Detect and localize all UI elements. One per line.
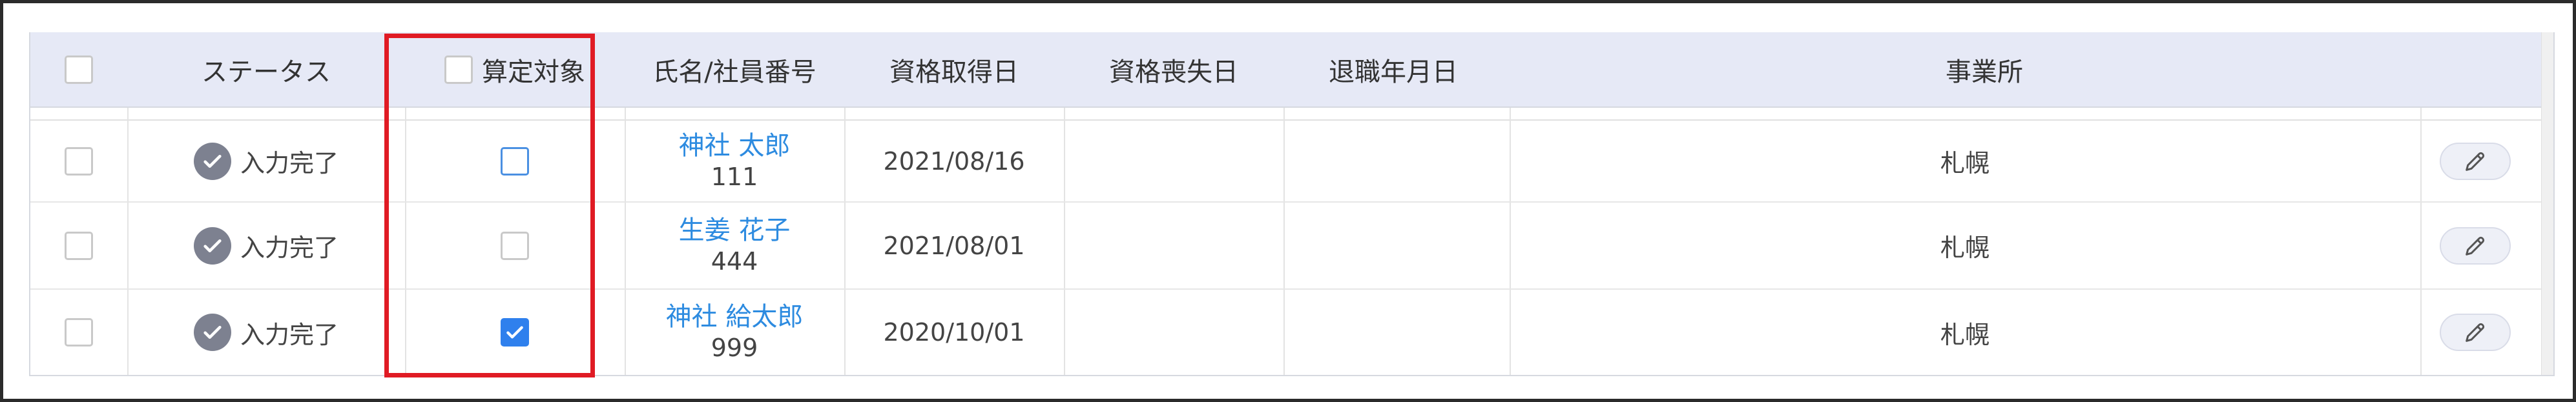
acquired-date-cell: 2021/08/01 [883, 231, 1025, 260]
header-separator [30, 108, 2553, 121]
employee-table: ステータス 算定対象 氏名/社員番号 資格取得日 資格喪失日 退職年月日 事業所… [29, 32, 2555, 376]
vertical-scrollbar[interactable] [2541, 32, 2553, 375]
acquired-date-cell: 2020/10/01 [883, 318, 1025, 347]
edit-cell [2420, 203, 2530, 288]
header-office[interactable]: 事業所 [1510, 32, 2459, 106]
header-calc-target-label: 算定対象 [482, 57, 585, 87]
row-select-cell [30, 121, 127, 201]
calc-target-cell [405, 290, 625, 375]
lost-date-cell [1064, 121, 1283, 201]
employee-name-link[interactable]: 生姜 花子 [679, 214, 791, 246]
edit-cell [2420, 121, 2530, 201]
calc-target-all-checkbox[interactable] [444, 55, 473, 84]
row-select-cell [30, 203, 127, 288]
header-acquired-date[interactable]: 資格取得日 [844, 32, 1064, 106]
employee-number: 999 [711, 334, 758, 363]
edit-cell [2420, 290, 2530, 375]
office-cell: 札幌 [1940, 149, 1989, 177]
lost-date-cell [1064, 290, 1283, 375]
calc-target-checkbox[interactable] [501, 318, 529, 347]
header-retire-date[interactable]: 退職年月日 [1283, 32, 1503, 106]
status-badge: 入力完了 [193, 226, 338, 265]
header-lost-date[interactable]: 資格喪失日 [1064, 32, 1283, 106]
check-circle-icon [193, 142, 231, 180]
status-cell: 入力完了 [127, 203, 405, 288]
status-text: 入力完了 [240, 149, 338, 177]
edit-button[interactable] [2440, 142, 2511, 180]
name-id-cell: 生姜 花子 444 [625, 203, 844, 288]
acquired-date-cell: 2021/08/16 [883, 146, 1025, 176]
status-cell: 入力完了 [127, 290, 405, 375]
edit-button[interactable] [2440, 314, 2511, 351]
retire-date-cell [1283, 121, 1510, 201]
calc-target-checkbox[interactable] [501, 231, 529, 260]
row-select-cell [30, 290, 127, 375]
status-badge: 入力完了 [193, 142, 338, 180]
edit-button[interactable] [2440, 226, 2511, 265]
employee-number: 111 [711, 162, 758, 191]
row-select-checkbox[interactable] [65, 231, 93, 260]
employee-name-link[interactable]: 神社 給太郎 [666, 301, 804, 333]
retire-date-cell [1283, 203, 1510, 288]
header-name-id[interactable]: 氏名/社員番号 [625, 32, 844, 106]
employee-name-link[interactable]: 神社 太郎 [679, 130, 791, 162]
calc-target-cell [405, 121, 625, 201]
name-id-cell: 神社 太郎 111 [625, 121, 844, 201]
status-badge: 入力完了 [193, 314, 338, 351]
check-circle-icon [193, 226, 231, 265]
office-cell: 札幌 [1940, 234, 1989, 262]
status-text: 入力完了 [240, 320, 338, 349]
status-text: 入力完了 [240, 234, 338, 262]
name-id-cell: 神社 給太郎 999 [625, 290, 844, 375]
table-header: ステータス 算定対象 氏名/社員番号 資格取得日 資格喪失日 退職年月日 事業所 [30, 32, 2553, 108]
header-status[interactable]: ステータス [127, 32, 405, 106]
calc-target-checkbox[interactable] [501, 146, 529, 176]
office-cell: 札幌 [1940, 320, 1989, 349]
pencil-icon [2466, 323, 2485, 342]
row-select-checkbox[interactable] [65, 146, 93, 176]
calc-target-cell [405, 203, 625, 288]
header-calc-target: 算定対象 [405, 32, 625, 106]
select-all-checkbox[interactable] [65, 55, 93, 84]
lost-date-cell [1064, 203, 1283, 288]
row-select-checkbox[interactable] [65, 318, 93, 347]
check-circle-icon [193, 314, 231, 351]
checkmark-icon [506, 326, 523, 339]
status-cell: 入力完了 [127, 121, 405, 201]
retire-date-cell [1283, 290, 1510, 375]
header-select-all-cell [30, 32, 127, 106]
employee-number: 444 [711, 246, 758, 276]
pencil-icon [2466, 152, 2485, 171]
pencil-icon [2466, 236, 2485, 256]
